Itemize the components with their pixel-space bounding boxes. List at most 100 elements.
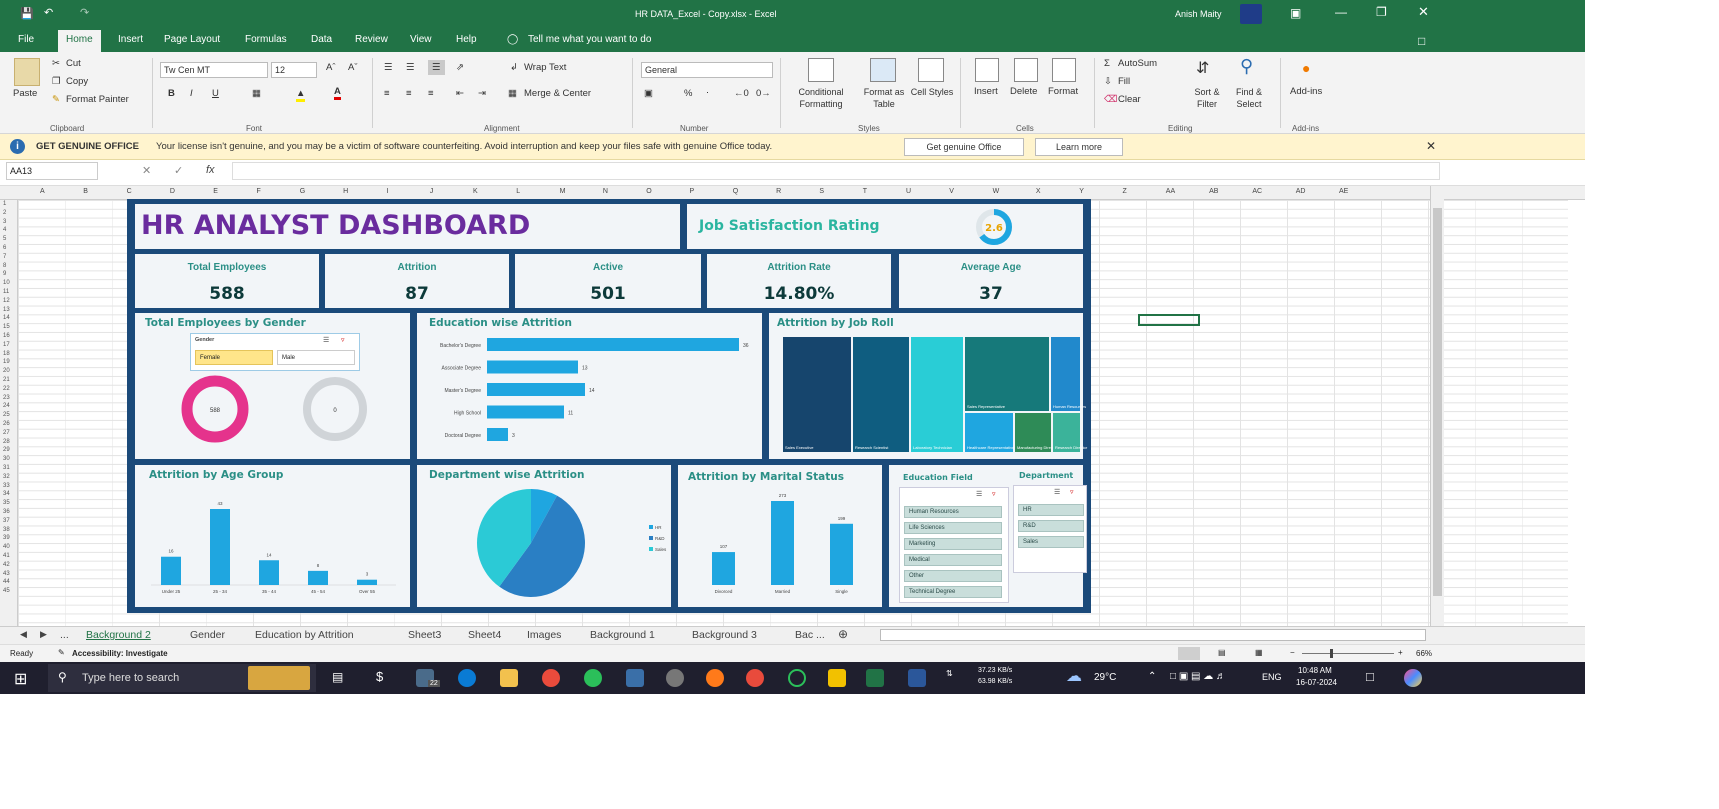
copilot-icon[interactable] bbox=[1404, 669, 1422, 687]
ribbon-display-icon[interactable]: ▣ bbox=[1290, 6, 1301, 20]
add-sheet-icon[interactable]: ⊕ bbox=[838, 627, 848, 641]
decrease-decimal-icon[interactable]: 0→ bbox=[756, 88, 771, 99]
conditional-formatting-button[interactable]: Conditional Formatting bbox=[790, 86, 852, 110]
align-bottom-icon[interactable]: ☰ bbox=[428, 60, 445, 75]
row-header[interactable]: 24 bbox=[3, 403, 10, 409]
tab-gender[interactable]: Gender bbox=[190, 629, 225, 641]
treemap-tile[interactable]: Research Scientist bbox=[853, 337, 909, 452]
close-warning-icon[interactable]: ✕ bbox=[1426, 139, 1436, 153]
education-bar[interactable] bbox=[487, 383, 585, 396]
gender-slicer[interactable]: Gender ☰ ▿ Female Male bbox=[190, 333, 360, 371]
slicer-item[interactable]: Human Resources bbox=[904, 506, 1002, 518]
education-bar[interactable] bbox=[487, 338, 739, 351]
treemap-tile[interactable]: Research Director bbox=[1053, 413, 1087, 452]
cell-styles-button[interactable]: Cell Styles bbox=[910, 86, 954, 98]
treemap-tile[interactable]: Sales Representative bbox=[965, 337, 1049, 411]
treemap-tile[interactable]: Healthcare Representative bbox=[965, 413, 1014, 452]
page-layout-icon[interactable]: ▤ bbox=[1218, 648, 1226, 657]
clear-filter-icon[interactable]: ▿ bbox=[992, 490, 996, 498]
row-header[interactable]: 33 bbox=[3, 483, 10, 489]
tell-me-search[interactable]: Tell me what you want to do bbox=[528, 34, 651, 45]
app-icon[interactable] bbox=[788, 669, 806, 687]
format-cells-button[interactable]: Format bbox=[1048, 86, 1078, 97]
increase-font-icon[interactable]: Aˆ bbox=[326, 62, 336, 73]
slicer-item[interactable]: Medical bbox=[904, 554, 1002, 566]
column-header[interactable]: X bbox=[1036, 188, 1041, 195]
zoom-out-icon[interactable]: − bbox=[1290, 648, 1295, 657]
wrap-text-icon[interactable]: ↲ bbox=[510, 62, 518, 73]
notifications-icon[interactable]: □ bbox=[1366, 669, 1374, 684]
column-header[interactable]: U bbox=[906, 188, 911, 195]
row-header[interactable]: 11 bbox=[3, 289, 9, 295]
column-header[interactable]: H bbox=[343, 188, 348, 195]
tab-education-by-attrition[interactable]: Education by Attrition bbox=[255, 629, 354, 641]
column-header[interactable]: P bbox=[690, 188, 695, 195]
paste-icon[interactable] bbox=[14, 58, 40, 86]
delete-cells-button[interactable]: Delete bbox=[1010, 86, 1037, 97]
row-header[interactable]: 43 bbox=[3, 571, 10, 577]
italic-button[interactable]: I bbox=[190, 88, 193, 99]
accessibility-status[interactable]: Accessibility: Investigate bbox=[72, 649, 168, 658]
font-color-icon[interactable]: A bbox=[334, 86, 341, 100]
slicer-item[interactable]: R&D bbox=[1018, 520, 1084, 532]
copy-icon[interactable]: ❐ bbox=[52, 76, 61, 87]
next-sheet-icon[interactable]: ▶ bbox=[40, 629, 47, 640]
row-header[interactable]: 17 bbox=[3, 342, 10, 348]
row-header[interactable]: 32 bbox=[3, 474, 10, 480]
row-header[interactable]: 4 bbox=[3, 227, 6, 233]
copy-button[interactable]: Copy bbox=[66, 76, 88, 87]
column-header[interactable]: AE bbox=[1339, 188, 1348, 195]
tray-icons[interactable]: □ ▣ ▤ ☁ ♬ bbox=[1170, 671, 1226, 682]
taskbar-search[interactable]: ⚲ Type here to search bbox=[48, 664, 316, 692]
power-bi-icon[interactable] bbox=[828, 669, 846, 687]
slicer-item[interactable]: Sales bbox=[1018, 536, 1084, 548]
firefox-icon[interactable] bbox=[706, 669, 724, 687]
row-header[interactable]: 41 bbox=[3, 553, 10, 559]
bold-button[interactable]: B bbox=[168, 88, 175, 99]
delete-cells-icon[interactable] bbox=[1014, 58, 1038, 82]
comma-icon[interactable]: ⋅ bbox=[706, 88, 709, 99]
column-header[interactable]: R bbox=[776, 188, 781, 195]
fill-button[interactable]: Fill bbox=[1118, 76, 1130, 87]
column-header[interactable]: M bbox=[560, 188, 566, 195]
tab-formulas[interactable]: Formulas bbox=[245, 34, 287, 45]
zoom-slider-handle[interactable] bbox=[1330, 649, 1333, 658]
column-header[interactable]: Z bbox=[1123, 188, 1127, 195]
column-header[interactable]: O bbox=[646, 188, 651, 195]
tab-view[interactable]: View bbox=[410, 34, 432, 45]
slicer-item[interactable]: Technical Degree bbox=[904, 586, 1002, 598]
column-header[interactable]: L bbox=[516, 188, 520, 195]
app-icon[interactable]: $ bbox=[376, 669, 383, 684]
education-field-slicer[interactable]: ☰ ▿ Human Resources Life Sciences Market… bbox=[899, 487, 1009, 603]
conditional-formatting-icon[interactable] bbox=[808, 58, 834, 82]
row-header[interactable]: 37 bbox=[3, 518, 10, 524]
treemap-tile[interactable]: Human Resources bbox=[1051, 337, 1086, 411]
column-header[interactable]: I bbox=[386, 188, 388, 195]
column-header[interactable]: AB bbox=[1209, 188, 1218, 195]
find-select-button[interactable]: Find & Select bbox=[1228, 86, 1270, 110]
selected-cell[interactable] bbox=[1138, 314, 1200, 326]
tab-home[interactable]: Home bbox=[58, 30, 101, 52]
merge-center-button[interactable]: Merge & Center bbox=[524, 88, 591, 99]
row-header[interactable]: 10 bbox=[3, 280, 10, 286]
row-header[interactable]: 13 bbox=[3, 307, 10, 313]
clear-icon[interactable]: ⌫ bbox=[1104, 94, 1117, 105]
row-header[interactable]: 38 bbox=[3, 527, 10, 533]
row-header[interactable]: 18 bbox=[3, 351, 10, 357]
normal-view-icon[interactable] bbox=[1178, 647, 1200, 660]
align-middle-icon[interactable]: ☰ bbox=[406, 62, 415, 73]
prev-sheet-icon[interactable]: ◀ bbox=[20, 629, 27, 640]
row-header[interactable]: 42 bbox=[3, 562, 10, 568]
row-header[interactable]: 26 bbox=[3, 421, 10, 427]
comments-icon[interactable]: □ bbox=[1418, 34, 1425, 48]
row-header[interactable]: 15 bbox=[3, 324, 10, 330]
tab-background-1[interactable]: Background 1 bbox=[590, 629, 655, 641]
increase-decimal-icon[interactable]: ←0 bbox=[734, 88, 749, 99]
clear-filter-icon[interactable]: ▿ bbox=[341, 336, 345, 344]
name-box[interactable]: AA13 bbox=[6, 162, 98, 180]
row-header[interactable]: 25 bbox=[3, 412, 10, 418]
insert-function-icon[interactable]: fx bbox=[206, 164, 215, 176]
restore-icon[interactable]: ❐ bbox=[1376, 5, 1387, 19]
accounting-icon[interactable]: ▣ bbox=[644, 88, 653, 99]
weather-icon[interactable]: ☁ bbox=[1066, 666, 1082, 686]
